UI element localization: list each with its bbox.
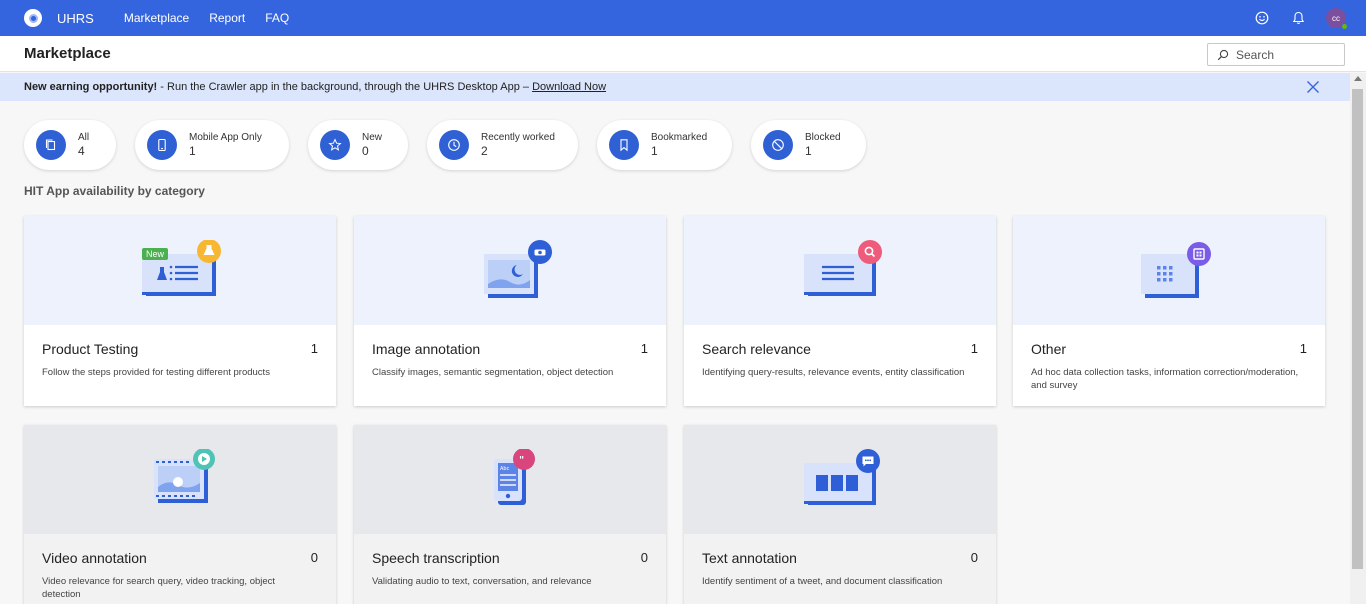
- nav-marketplace[interactable]: Marketplace: [124, 11, 189, 25]
- chip-count: 1: [189, 144, 196, 158]
- filter-new[interactable]: New 0: [308, 120, 408, 170]
- search-icon: [1217, 49, 1229, 60]
- section-title: HIT App availability by category: [24, 184, 205, 198]
- brand-name[interactable]: UHRS: [57, 11, 94, 26]
- card-hero: [24, 425, 336, 534]
- card-hero: [684, 425, 996, 534]
- card-count: 1: [970, 341, 978, 356]
- chip-label: Recently worked: [481, 132, 555, 143]
- nav-faq[interactable]: FAQ: [265, 11, 289, 25]
- chip-label: New: [362, 132, 383, 143]
- copy-icon: [36, 130, 66, 160]
- category-card-text-annotation[interactable]: Text annotation 0 Identify sentiment of …: [684, 425, 996, 604]
- card-count: 0: [970, 550, 978, 565]
- chip-label: Blocked: [805, 132, 841, 143]
- category-card-search-relevance[interactable]: Search relevance 1 Identifying query-res…: [684, 216, 996, 406]
- scroll-up-arrow-icon[interactable]: [1354, 76, 1362, 81]
- star-icon: [320, 130, 350, 160]
- filter-recently-worked[interactable]: Recently worked 2: [427, 120, 578, 170]
- nav-report[interactable]: Report: [209, 11, 245, 25]
- uhrs-logo-icon[interactable]: [24, 9, 42, 27]
- speech-transcription-illustration: Abc ": [494, 449, 535, 505]
- card-title: Text annotation: [702, 550, 797, 566]
- category-card-speech-transcription[interactable]: Abc " Speech transcription 0 Validating …: [354, 425, 666, 604]
- video-annotation-illustration: [154, 449, 215, 503]
- card-count: 1: [640, 341, 648, 356]
- smiley-feedback-icon[interactable]: [1254, 10, 1270, 26]
- svg-text:": ": [519, 455, 524, 466]
- card-count: 1: [1299, 341, 1307, 356]
- chip-count: 0: [362, 144, 369, 158]
- card-hero: [354, 216, 666, 325]
- blocked-icon: [763, 130, 793, 160]
- chip-count: 1: [651, 144, 658, 158]
- card-description: Validating audio to text, conversation, …: [372, 576, 592, 587]
- card-description: Identifying query-results, relevance eve…: [702, 367, 965, 378]
- svg-text:Abc: Abc: [500, 466, 510, 472]
- card-description: Follow the steps provided for testing di…: [42, 367, 270, 378]
- new-badge: New: [142, 248, 169, 260]
- search-input[interactable]: Search: [1207, 43, 1345, 66]
- card-description: Ad hoc data collection tasks, informatio…: [1031, 367, 1299, 391]
- chip-count: 1: [805, 144, 812, 158]
- card-description: Identify sentiment of a tweet, and docum…: [702, 576, 943, 587]
- avatar-initials: cc: [1332, 13, 1340, 23]
- bookmark-icon: [609, 130, 639, 160]
- chip-label: Bookmarked: [651, 132, 708, 143]
- chip-label: Mobile App Only: [189, 132, 262, 143]
- category-card-product-testing[interactable]: New Product Testing 1 Follow the steps p…: [24, 216, 336, 406]
- card-description: Classify images, semantic segmentation, …: [372, 367, 614, 378]
- card-title: Other: [1031, 341, 1067, 357]
- category-card-video-annotation[interactable]: Video annotation 0 Video relevance for s…: [24, 425, 336, 604]
- download-now-link[interactable]: Download Now: [532, 81, 606, 93]
- page-header: Marketplace Search: [0, 36, 1366, 72]
- card-title: Image annotation: [372, 341, 481, 357]
- phone-icon: [147, 130, 177, 160]
- card-title: Video annotation: [42, 550, 147, 566]
- category-card-image-annotation[interactable]: Image annotation 1 Classify images, sema…: [354, 216, 666, 406]
- announcement-banner: New earning opportunity! - Run the Crawl…: [0, 73, 1350, 101]
- chip-label: All: [78, 132, 90, 143]
- card-title: Speech transcription: [372, 550, 500, 566]
- scrollbar-thumb[interactable]: [1352, 89, 1363, 569]
- card-hero: New: [24, 216, 336, 325]
- chip-count: 4: [78, 144, 85, 158]
- online-status-dot: [1341, 23, 1348, 30]
- vertical-scrollbar[interactable]: [1350, 73, 1366, 604]
- bell-notification-icon[interactable]: [1290, 10, 1306, 26]
- card-count: 1: [310, 341, 318, 356]
- filter-bookmarked[interactable]: Bookmarked 1: [597, 120, 732, 170]
- chip-count: 2: [481, 144, 488, 158]
- page-title: Marketplace: [24, 45, 111, 62]
- card-hero: [684, 216, 996, 325]
- other-illustration: [1141, 242, 1211, 298]
- close-icon[interactable]: [1306, 80, 1320, 94]
- search-relevance-illustration: [804, 240, 882, 296]
- search-placeholder: Search: [1236, 47, 1275, 62]
- filter-mobile-app-only[interactable]: Mobile App Only 1: [135, 120, 289, 170]
- banner-bold-text: New earning opportunity!: [24, 81, 158, 93]
- card-title: Product Testing: [42, 341, 139, 357]
- card-title: Search relevance: [702, 341, 811, 357]
- category-card-other[interactable]: Other 1 Ad hoc data collection tasks, in…: [1013, 216, 1325, 406]
- card-description: Video relevance for search query, video …: [42, 576, 276, 600]
- filter-blocked[interactable]: Blocked 1: [751, 120, 866, 170]
- card-count: 0: [310, 550, 318, 565]
- clock-icon: [439, 130, 469, 160]
- card-hero: [1013, 216, 1325, 325]
- banner-text: New earning opportunity! - Run the Crawl…: [24, 81, 606, 93]
- banner-body-text: - Run the Crawler app in the background,…: [157, 81, 533, 93]
- user-avatar[interactable]: cc: [1326, 8, 1348, 30]
- filter-all[interactable]: All 4: [24, 120, 116, 170]
- text-annotation-illustration: [804, 449, 880, 505]
- image-annotation-illustration: [484, 240, 552, 298]
- top-nav-bar: UHRS Marketplace Report FAQ cc: [0, 0, 1366, 36]
- card-hero: Abc ": [354, 425, 666, 534]
- card-count: 0: [640, 550, 648, 565]
